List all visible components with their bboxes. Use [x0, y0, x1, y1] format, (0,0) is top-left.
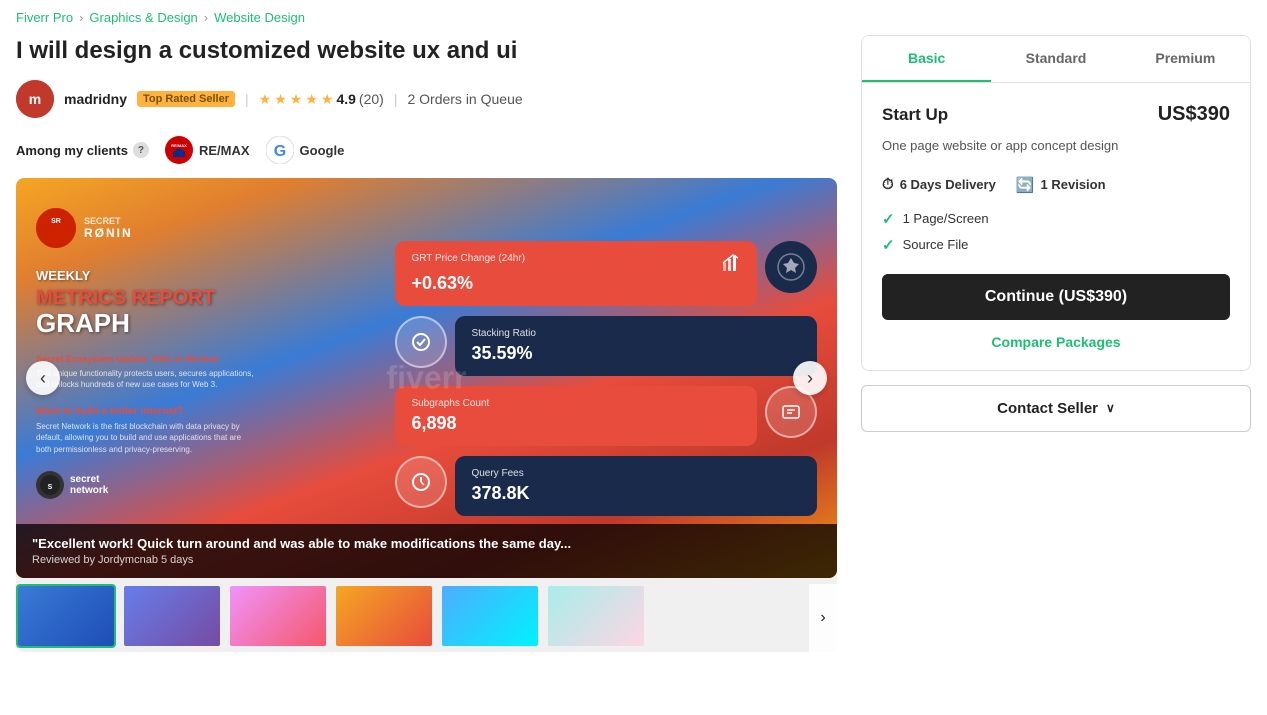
- right-col: Basic Standard Premium Start Up US$390 O…: [861, 35, 1251, 660]
- metrics-row-2: Stacking Ratio 35.59%: [395, 316, 817, 376]
- package-header: Start Up US$390: [882, 103, 1230, 126]
- secret-network-footer: S secretnetwork: [36, 471, 365, 499]
- metrics-row-4: Query Fees 378.8K: [395, 456, 817, 516]
- metrics-row-1: GRT Price Change (24hr) +0.63%: [395, 241, 817, 306]
- package-name: Start Up: [882, 105, 948, 125]
- client-remax: RE/MAX RE/MAX: [165, 136, 250, 164]
- compare-packages-link[interactable]: Compare Packages: [882, 334, 1230, 350]
- carousel-placeholder: SR SECRET RØNIN WEEKLY METRICS REP: [16, 178, 837, 578]
- thumbnail-4[interactable]: [334, 584, 434, 648]
- package-meta: ⏱ 6 Days Delivery 🔄 1 Revision: [882, 176, 1230, 194]
- carousel-prev-button[interactable]: ‹: [26, 361, 60, 395]
- gig-title: I will design a customized website ux an…: [16, 35, 837, 66]
- clock-icon: ⏱: [882, 176, 894, 193]
- thumbnail-strip-next[interactable]: ›: [809, 584, 837, 652]
- brand-icon: SR: [36, 208, 76, 248]
- metric-card-stacking: Stacking Ratio 35.59%: [455, 316, 817, 376]
- feature-item-2: ✓ Source File: [882, 236, 1230, 254]
- review-text: "Excellent work! Quick turn around and w…: [32, 536, 821, 551]
- thumbnail-3[interactable]: [228, 584, 328, 648]
- thumbnail-5[interactable]: [440, 584, 540, 648]
- feature-item-1: ✓ 1 Page/Screen: [882, 210, 1230, 228]
- avatar[interactable]: m: [16, 80, 54, 118]
- breadcrumb-fiverr-pro[interactable]: Fiverr Pro: [16, 10, 73, 25]
- weekly-label: WEEKLY: [36, 268, 365, 283]
- avatar-image: m: [16, 80, 54, 118]
- metric-card-grt: GRT Price Change (24hr) +0.63%: [395, 241, 757, 306]
- metric-card-fees: Query Fees 378.8K: [455, 456, 817, 516]
- brand-name: RØNIN: [84, 226, 133, 240]
- svg-text:m: m: [29, 91, 41, 107]
- orders-queue: 2 Orders in Queue: [407, 91, 522, 107]
- review-count: (20): [359, 91, 384, 107]
- ecosystem-desc: This unique functionality protects users…: [36, 368, 256, 390]
- client-google: G Google: [266, 136, 345, 164]
- top-rated-badge: Top Rated Seller: [137, 91, 235, 107]
- thumbnail-strip-wrapper: ›: [16, 584, 837, 652]
- overlay-left: SR SECRET RØNIN WEEKLY METRICS REP: [16, 178, 385, 578]
- thumbnail-6[interactable]: [546, 584, 646, 648]
- seller-name[interactable]: madridny: [64, 91, 127, 107]
- icon-circle-2: [395, 316, 447, 368]
- refresh-icon: 🔄: [1016, 176, 1035, 194]
- main-layout: I will design a customized website ux an…: [0, 35, 1267, 680]
- continue-button[interactable]: Continue (US$390): [882, 274, 1230, 320]
- build-label: Want to build a better internet?: [36, 406, 365, 417]
- svg-text:S: S: [48, 484, 53, 491]
- tab-basic[interactable]: Basic: [862, 36, 991, 82]
- revisions-meta: 🔄 1 Revision: [1016, 176, 1106, 194]
- delivery-meta: ⏱ 6 Days Delivery: [882, 176, 996, 194]
- tab-standard[interactable]: Standard: [991, 36, 1120, 82]
- breadcrumb-graphics-design[interactable]: Graphics & Design: [89, 10, 197, 25]
- package-price: US$390: [1158, 103, 1230, 126]
- package-body: Start Up US$390 One page website or app …: [862, 83, 1250, 370]
- remax-logo: RE/MAX: [165, 136, 193, 164]
- check-icon-2: ✓: [882, 236, 895, 254]
- breadcrumb-sep-1: ›: [79, 10, 83, 25]
- package-description: One page website or app concept design: [882, 136, 1230, 156]
- metric-card-subgraphs: Subgraphs Count 6,898: [395, 386, 757, 446]
- star-rating: ★★★★★ 4.9 (20): [259, 91, 384, 108]
- icon-circle-4: [395, 456, 447, 508]
- secret-ecosystem-label: Secret Ecosystem Update: 2021 in Review!: [36, 354, 365, 364]
- svg-text:G: G: [273, 143, 285, 160]
- package-features: ✓ 1 Page/Screen ✓ Source File: [882, 210, 1230, 254]
- metrics-title-1: METRICS REPORT GRAPH: [36, 287, 365, 338]
- image-carousel: SR SECRET RØNIN WEEKLY METRICS REP: [16, 178, 837, 652]
- review-overlay: "Excellent work! Quick turn around and w…: [16, 524, 837, 578]
- left-col: I will design a customized website ux an…: [16, 35, 837, 660]
- package-panel: Basic Standard Premium Start Up US$390 O…: [861, 35, 1251, 371]
- thumbnail-strip: [16, 584, 837, 652]
- carousel-main-image: SR SECRET RØNIN WEEKLY METRICS REP: [16, 178, 837, 578]
- chevron-down-icon: ∨: [1106, 401, 1115, 415]
- metrics-row-3: Subgraphs Count 6,898: [395, 386, 817, 446]
- overlay-right: GRT Price Change (24hr) +0.63%: [385, 178, 837, 578]
- carousel-overlay: SR SECRET RØNIN WEEKLY METRICS REP: [16, 178, 837, 578]
- breadcrumb-website-design[interactable]: Website Design: [214, 10, 305, 25]
- seller-info: m madridny Top Rated Seller | ★★★★★ 4.9 …: [16, 80, 837, 118]
- svg-text:SR: SR: [51, 218, 61, 225]
- brand-logo: SR SECRET RØNIN: [36, 208, 365, 248]
- carousel-next-button[interactable]: ›: [793, 361, 827, 395]
- tab-premium[interactable]: Premium: [1121, 36, 1250, 82]
- check-icon-1: ✓: [882, 210, 895, 228]
- thumbnail-2[interactable]: [122, 584, 222, 648]
- icon-circle-1: [765, 241, 817, 293]
- thumbnail-1[interactable]: [16, 584, 116, 648]
- build-desc: Secret Network is the first blockchain w…: [36, 421, 256, 455]
- clients-section: Among my clients ? RE/MAX RE/MAX: [16, 136, 837, 164]
- google-logo: G: [266, 136, 294, 164]
- svg-text:RE/MAX: RE/MAX: [171, 143, 187, 148]
- review-meta: Reviewed by Jordymcnab 5 days: [32, 554, 821, 566]
- help-icon[interactable]: ?: [133, 142, 149, 158]
- rating-score: 4.9: [336, 91, 355, 107]
- breadcrumb-sep-2: ›: [204, 10, 208, 25]
- clients-label: Among my clients ?: [16, 142, 149, 158]
- breadcrumb: Fiverr Pro › Graphics & Design › Website…: [0, 0, 1267, 35]
- contact-seller-button[interactable]: Contact Seller ∨: [861, 385, 1251, 432]
- package-tabs: Basic Standard Premium: [862, 36, 1250, 83]
